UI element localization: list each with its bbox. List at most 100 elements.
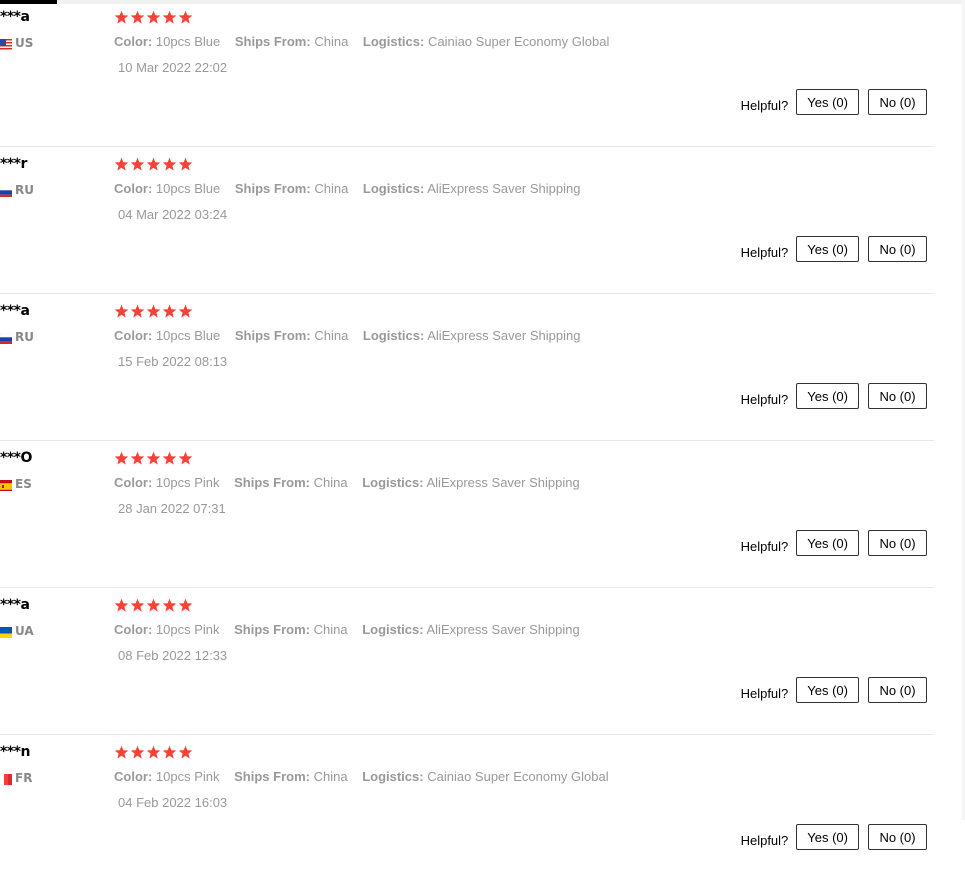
review-item: ***r RU Color: 10pcs Blue Ships From: Ch… xyxy=(0,147,934,294)
logistics-label: Logistics: xyxy=(362,475,424,490)
star-icon xyxy=(146,157,161,171)
star-icon xyxy=(130,157,145,171)
reviewer-name: ***n xyxy=(0,744,30,760)
star-icon xyxy=(130,10,145,24)
helpful-yes-button[interactable]: Yes (0) xyxy=(796,824,859,850)
star-icon xyxy=(146,10,161,24)
logistics-value: AliExpress Saver Shipping xyxy=(427,181,581,196)
review-details: Color: 10pcs Pink Ships From: China Logi… xyxy=(114,769,620,784)
ships-from-attribute: Ships From: China xyxy=(235,328,348,343)
color-value: 10pcs Pink xyxy=(155,769,220,784)
star-icon xyxy=(114,304,129,318)
helpful-no-button[interactable]: No (0) xyxy=(868,383,927,409)
star-icon xyxy=(146,745,161,759)
color-label: Color: xyxy=(114,622,153,637)
country-code: RU xyxy=(15,330,34,344)
star-rating xyxy=(114,10,193,26)
logistics-attribute: Logistics: Cainiao Super Economy Global xyxy=(363,34,609,49)
helpful-no-button[interactable]: No (0) xyxy=(868,89,927,115)
ships-from-label: Ships From: xyxy=(234,475,310,490)
star-icon xyxy=(162,10,177,24)
star-icon xyxy=(162,598,177,612)
reviewer-name: ***a xyxy=(0,9,30,25)
review-list: ***a US Color: 10pcs Blue Ships From: Ch… xyxy=(0,0,934,882)
review-date: 04 Feb 2022 16:03 xyxy=(118,795,228,810)
helpful-no-button[interactable]: No (0) xyxy=(868,677,927,703)
helpful-yes-button[interactable]: Yes (0) xyxy=(796,383,859,409)
review-date: 10 Mar 2022 22:02 xyxy=(118,60,228,75)
review-item: ***a UA Color: 10pcs Pink Ships From: Ch… xyxy=(0,588,934,735)
color-value: 10pcs Pink xyxy=(155,475,220,490)
star-icon xyxy=(114,451,129,465)
reviewer-country: RU xyxy=(0,183,34,197)
logistics-value: AliExpress Saver Shipping xyxy=(426,475,580,490)
star-icon xyxy=(114,157,129,171)
reviewer-name: ***a xyxy=(0,303,30,319)
star-icon xyxy=(178,10,193,24)
helpful-vote: Helpful? Yes (0) No (0) xyxy=(741,89,927,115)
helpful-vote: Helpful? Yes (0) No (0) xyxy=(741,383,927,409)
reviewer-country: ES xyxy=(0,477,32,491)
helpful-vote: Helpful? Yes (0) No (0) xyxy=(741,236,927,262)
logistics-label: Logistics: xyxy=(362,769,424,784)
color-attribute: Color: 10pcs Blue xyxy=(114,34,220,49)
country-code: ES xyxy=(15,477,32,491)
helpful-yes-button[interactable]: Yes (0) xyxy=(796,236,859,262)
star-icon xyxy=(178,745,193,759)
star-icon xyxy=(178,157,193,171)
star-icon xyxy=(178,598,193,612)
ships-from-label: Ships From: xyxy=(234,328,311,343)
review-details: Color: 10pcs Pink Ships From: China Logi… xyxy=(114,475,591,490)
star-icon xyxy=(130,745,145,759)
reviewer-country: UA xyxy=(0,624,34,638)
ships-from-label: Ships From: xyxy=(234,181,311,196)
logistics-attribute: Logistics: Cainiao Super Economy Global xyxy=(362,769,608,784)
helpful-no-button[interactable]: No (0) xyxy=(868,530,927,556)
star-icon xyxy=(146,451,161,465)
review-details: Color: 10pcs Pink Ships From: China Logi… xyxy=(114,622,591,637)
helpful-vote: Helpful? Yes (0) No (0) xyxy=(741,677,927,703)
review-details: Color: 10pcs Blue Ships From: China Logi… xyxy=(114,34,620,49)
reviewer-name: ***O xyxy=(0,450,32,466)
color-label: Color: xyxy=(114,181,153,196)
logistics-value: AliExpress Saver Shipping xyxy=(426,622,580,637)
star-rating xyxy=(114,598,193,614)
star-icon xyxy=(114,598,129,612)
reviewer-name: ***a xyxy=(0,597,30,613)
color-value: 10pcs Blue xyxy=(155,181,221,196)
country-code: RU xyxy=(15,183,34,197)
ru-flag-icon xyxy=(0,184,12,197)
star-icon xyxy=(130,598,145,612)
ships-from-value: China xyxy=(313,622,348,637)
star-icon xyxy=(162,157,177,171)
helpful-no-button[interactable]: No (0) xyxy=(868,236,927,262)
star-icon xyxy=(162,451,177,465)
star-rating xyxy=(114,157,193,173)
color-label: Color: xyxy=(114,34,153,49)
color-label: Color: xyxy=(114,328,153,343)
helpful-yes-button[interactable]: Yes (0) xyxy=(796,89,859,115)
logistics-attribute: Logistics: AliExpress Saver Shipping xyxy=(362,475,580,490)
star-rating xyxy=(114,745,193,761)
star-icon xyxy=(146,598,161,612)
logistics-attribute: Logistics: AliExpress Saver Shipping xyxy=(362,622,580,637)
star-icon xyxy=(130,451,145,465)
review-date: 28 Jan 2022 07:31 xyxy=(118,501,226,516)
helpful-label: Helpful? xyxy=(740,685,789,701)
review-item: ***O ES Color: 10pcs Pink Ships From: Ch… xyxy=(0,441,934,588)
helpful-yes-button[interactable]: Yes (0) xyxy=(796,677,859,703)
star-icon xyxy=(146,304,161,318)
reviewer-country: US xyxy=(0,36,33,50)
us-flag-icon xyxy=(0,37,12,50)
reviewer-country: FR xyxy=(0,771,32,785)
logistics-label: Logistics: xyxy=(362,622,424,637)
helpful-yes-button[interactable]: Yes (0) xyxy=(796,530,859,556)
logistics-label: Logistics: xyxy=(362,34,425,49)
helpful-no-button[interactable]: No (0) xyxy=(868,824,927,850)
helpful-label: Helpful? xyxy=(740,832,789,848)
helpful-vote: Helpful? Yes (0) No (0) xyxy=(741,530,927,556)
ua-flag-icon xyxy=(0,625,12,638)
review-details: Color: 10pcs Blue Ships From: China Logi… xyxy=(114,181,591,196)
color-attribute: Color: 10pcs Pink xyxy=(114,622,220,637)
ships-from-value: China xyxy=(314,34,349,49)
